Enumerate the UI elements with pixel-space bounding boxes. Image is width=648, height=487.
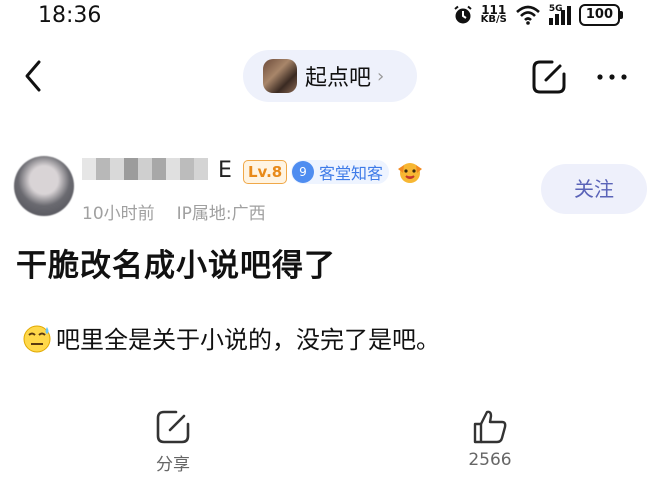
role-badge-number: 9 — [292, 161, 314, 183]
ip-location: IP属地:广西 — [176, 204, 266, 224]
follow-button[interactable]: 关注 — [541, 164, 647, 214]
forum-avatar — [263, 59, 297, 93]
post-title: 干脆改名成小说吧得了 — [16, 248, 336, 284]
status-icons: 111 KB/S 5G 100 — [453, 3, 624, 26]
author-name-visible: E — [218, 158, 232, 183]
more-icon[interactable] — [592, 60, 632, 94]
signal-label: 5G — [548, 3, 563, 14]
net-speed-unit: KB/S — [480, 14, 507, 25]
post-body-text: 吧里全是关于小说的，没完了是吧。 — [56, 326, 440, 354]
net-speed: 111 KB/S — [480, 4, 507, 25]
like-button[interactable]: 2566 — [462, 408, 518, 470]
share-icon — [156, 410, 190, 444]
sweat-face-icon — [23, 325, 51, 352]
like-count: 2566 — [468, 450, 512, 470]
alarm-icon — [453, 5, 472, 24]
post-time: 10小时前 — [82, 204, 155, 224]
chevron-right-icon: › — [377, 65, 385, 87]
role-badge-text: 客堂知客 — [319, 164, 384, 183]
wifi-icon — [515, 5, 540, 25]
forum-chip[interactable]: 起点吧 › — [243, 50, 417, 102]
signal-icon: 5G — [548, 3, 571, 25]
top-nav: 起点吧 › — [0, 46, 648, 106]
back-icon[interactable] — [18, 56, 48, 96]
status-time: 18:36 — [38, 3, 102, 28]
author-avatar[interactable] — [14, 156, 74, 216]
level-badge: Lv.8 — [243, 160, 288, 184]
share-button[interactable]: 分享 — [148, 408, 198, 475]
edit-icon[interactable] — [530, 58, 568, 96]
emoji-badge-icon — [398, 163, 422, 183]
battery-icon: 100 — [578, 4, 624, 26]
share-label: 分享 — [156, 455, 190, 475]
role-badge: 9 客堂知客 — [291, 160, 390, 184]
post-meta: 10小时前 IP属地:广西 — [82, 199, 266, 224]
forum-name: 起点吧 — [305, 66, 372, 91]
author-name-redacted — [82, 158, 208, 180]
thumbs-up-icon — [473, 410, 507, 444]
post-body: 吧里全是关于小说的，没完了是吧。 — [20, 320, 440, 355]
status-bar: 18:36 111 KB/S 5G 100 — [0, 0, 648, 34]
